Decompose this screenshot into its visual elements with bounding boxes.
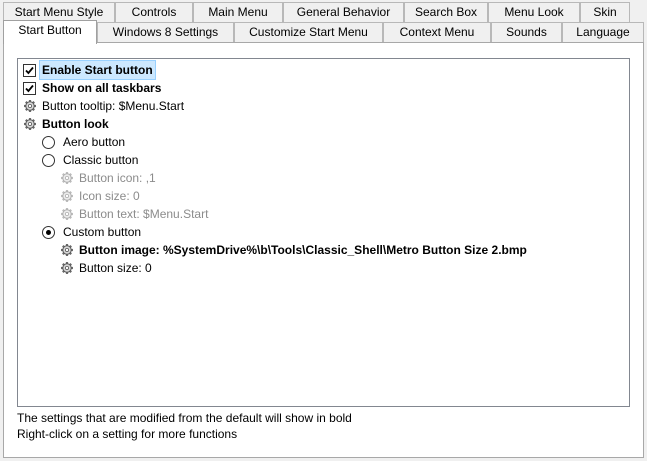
setting-label: Button image: %SystemDrive%\b\Tools\Clas… xyxy=(79,243,527,257)
radio-button[interactable] xyxy=(42,136,55,149)
checkmark-icon xyxy=(25,66,34,75)
gear-icon xyxy=(61,172,73,184)
radio-button[interactable] xyxy=(42,226,55,239)
tab-start-button[interactable]: Start Button xyxy=(3,20,97,44)
setting-label: Enable Start button xyxy=(39,60,156,80)
gear-icon xyxy=(61,208,73,220)
aero-button-option[interactable]: Aero button xyxy=(42,133,127,151)
button-size-setting[interactable]: Button size: 0 xyxy=(60,259,154,277)
setting-label: Button tooltip: $Menu.Start xyxy=(42,99,185,113)
setting-label: Button size: 0 xyxy=(79,261,152,275)
setting-label: Show on all taskbars xyxy=(42,81,162,95)
checkmark-icon xyxy=(25,84,34,93)
gear-icon xyxy=(24,100,36,112)
tab-windows-8-settings[interactable]: Windows 8 Settings xyxy=(97,22,234,42)
gear-icon xyxy=(61,190,73,202)
tab-context-menu[interactable]: Context Menu xyxy=(383,22,491,42)
button-tooltip-setting[interactable]: Button tooltip: $Menu.Start xyxy=(23,97,186,115)
tab-search-box[interactable]: Search Box xyxy=(404,2,488,22)
footer-hint-right-click: Right-click on a setting for more functi… xyxy=(17,427,238,441)
option-label: Classic button xyxy=(63,153,139,167)
tab-menu-look[interactable]: Menu Look xyxy=(488,2,580,22)
enable-start-button-setting[interactable]: Enable Start button xyxy=(23,60,156,80)
tab-skin[interactable]: Skin xyxy=(580,2,630,22)
tab-general-behavior[interactable]: General Behavior xyxy=(283,2,404,22)
option-label: Aero button xyxy=(63,135,126,149)
classic-button-option[interactable]: Classic button xyxy=(42,151,140,169)
tab-sounds[interactable]: Sounds xyxy=(491,22,562,42)
radio-selected-dot xyxy=(46,230,51,235)
option-label: Custom button xyxy=(63,225,142,239)
setting-label: Button text: $Menu.Start xyxy=(79,207,209,221)
gear-icon xyxy=(24,118,36,130)
button-look-setting[interactable]: Button look xyxy=(23,115,111,133)
checkbox[interactable] xyxy=(23,82,36,95)
tab-start-menu-style[interactable]: Start Menu Style xyxy=(3,2,115,22)
gear-icon xyxy=(61,262,73,274)
show-on-all-taskbars-setting[interactable]: Show on all taskbars xyxy=(23,79,163,97)
start-button-tab-page: Enable Start button Show on all taskbars… xyxy=(3,42,644,458)
radio-button[interactable] xyxy=(42,154,55,167)
button-text-setting[interactable]: Button text: $Menu.Start xyxy=(60,205,210,223)
setting-label: Button look xyxy=(42,117,109,131)
footer-hint-bold: The settings that are modified from the … xyxy=(17,411,352,425)
setting-label: Icon size: 0 xyxy=(79,189,140,203)
tab-controls[interactable]: Controls xyxy=(115,2,193,22)
icon-size-setting[interactable]: Icon size: 0 xyxy=(60,187,142,205)
tab-customize-start-menu[interactable]: Customize Start Menu xyxy=(234,22,383,42)
button-image-setting[interactable]: Button image: %SystemDrive%\b\Tools\Clas… xyxy=(60,241,529,259)
custom-button-option[interactable]: Custom button xyxy=(42,223,143,241)
tab-main-menu[interactable]: Main Menu xyxy=(193,2,283,22)
checkbox[interactable] xyxy=(23,64,36,77)
settings-tree[interactable]: Enable Start button Show on all taskbars… xyxy=(17,58,630,407)
tab-language[interactable]: Language xyxy=(562,22,644,42)
button-icon-setting[interactable]: Button icon: ,1 xyxy=(60,169,158,187)
setting-label: Button icon: ,1 xyxy=(79,171,156,185)
gear-icon xyxy=(61,244,73,256)
